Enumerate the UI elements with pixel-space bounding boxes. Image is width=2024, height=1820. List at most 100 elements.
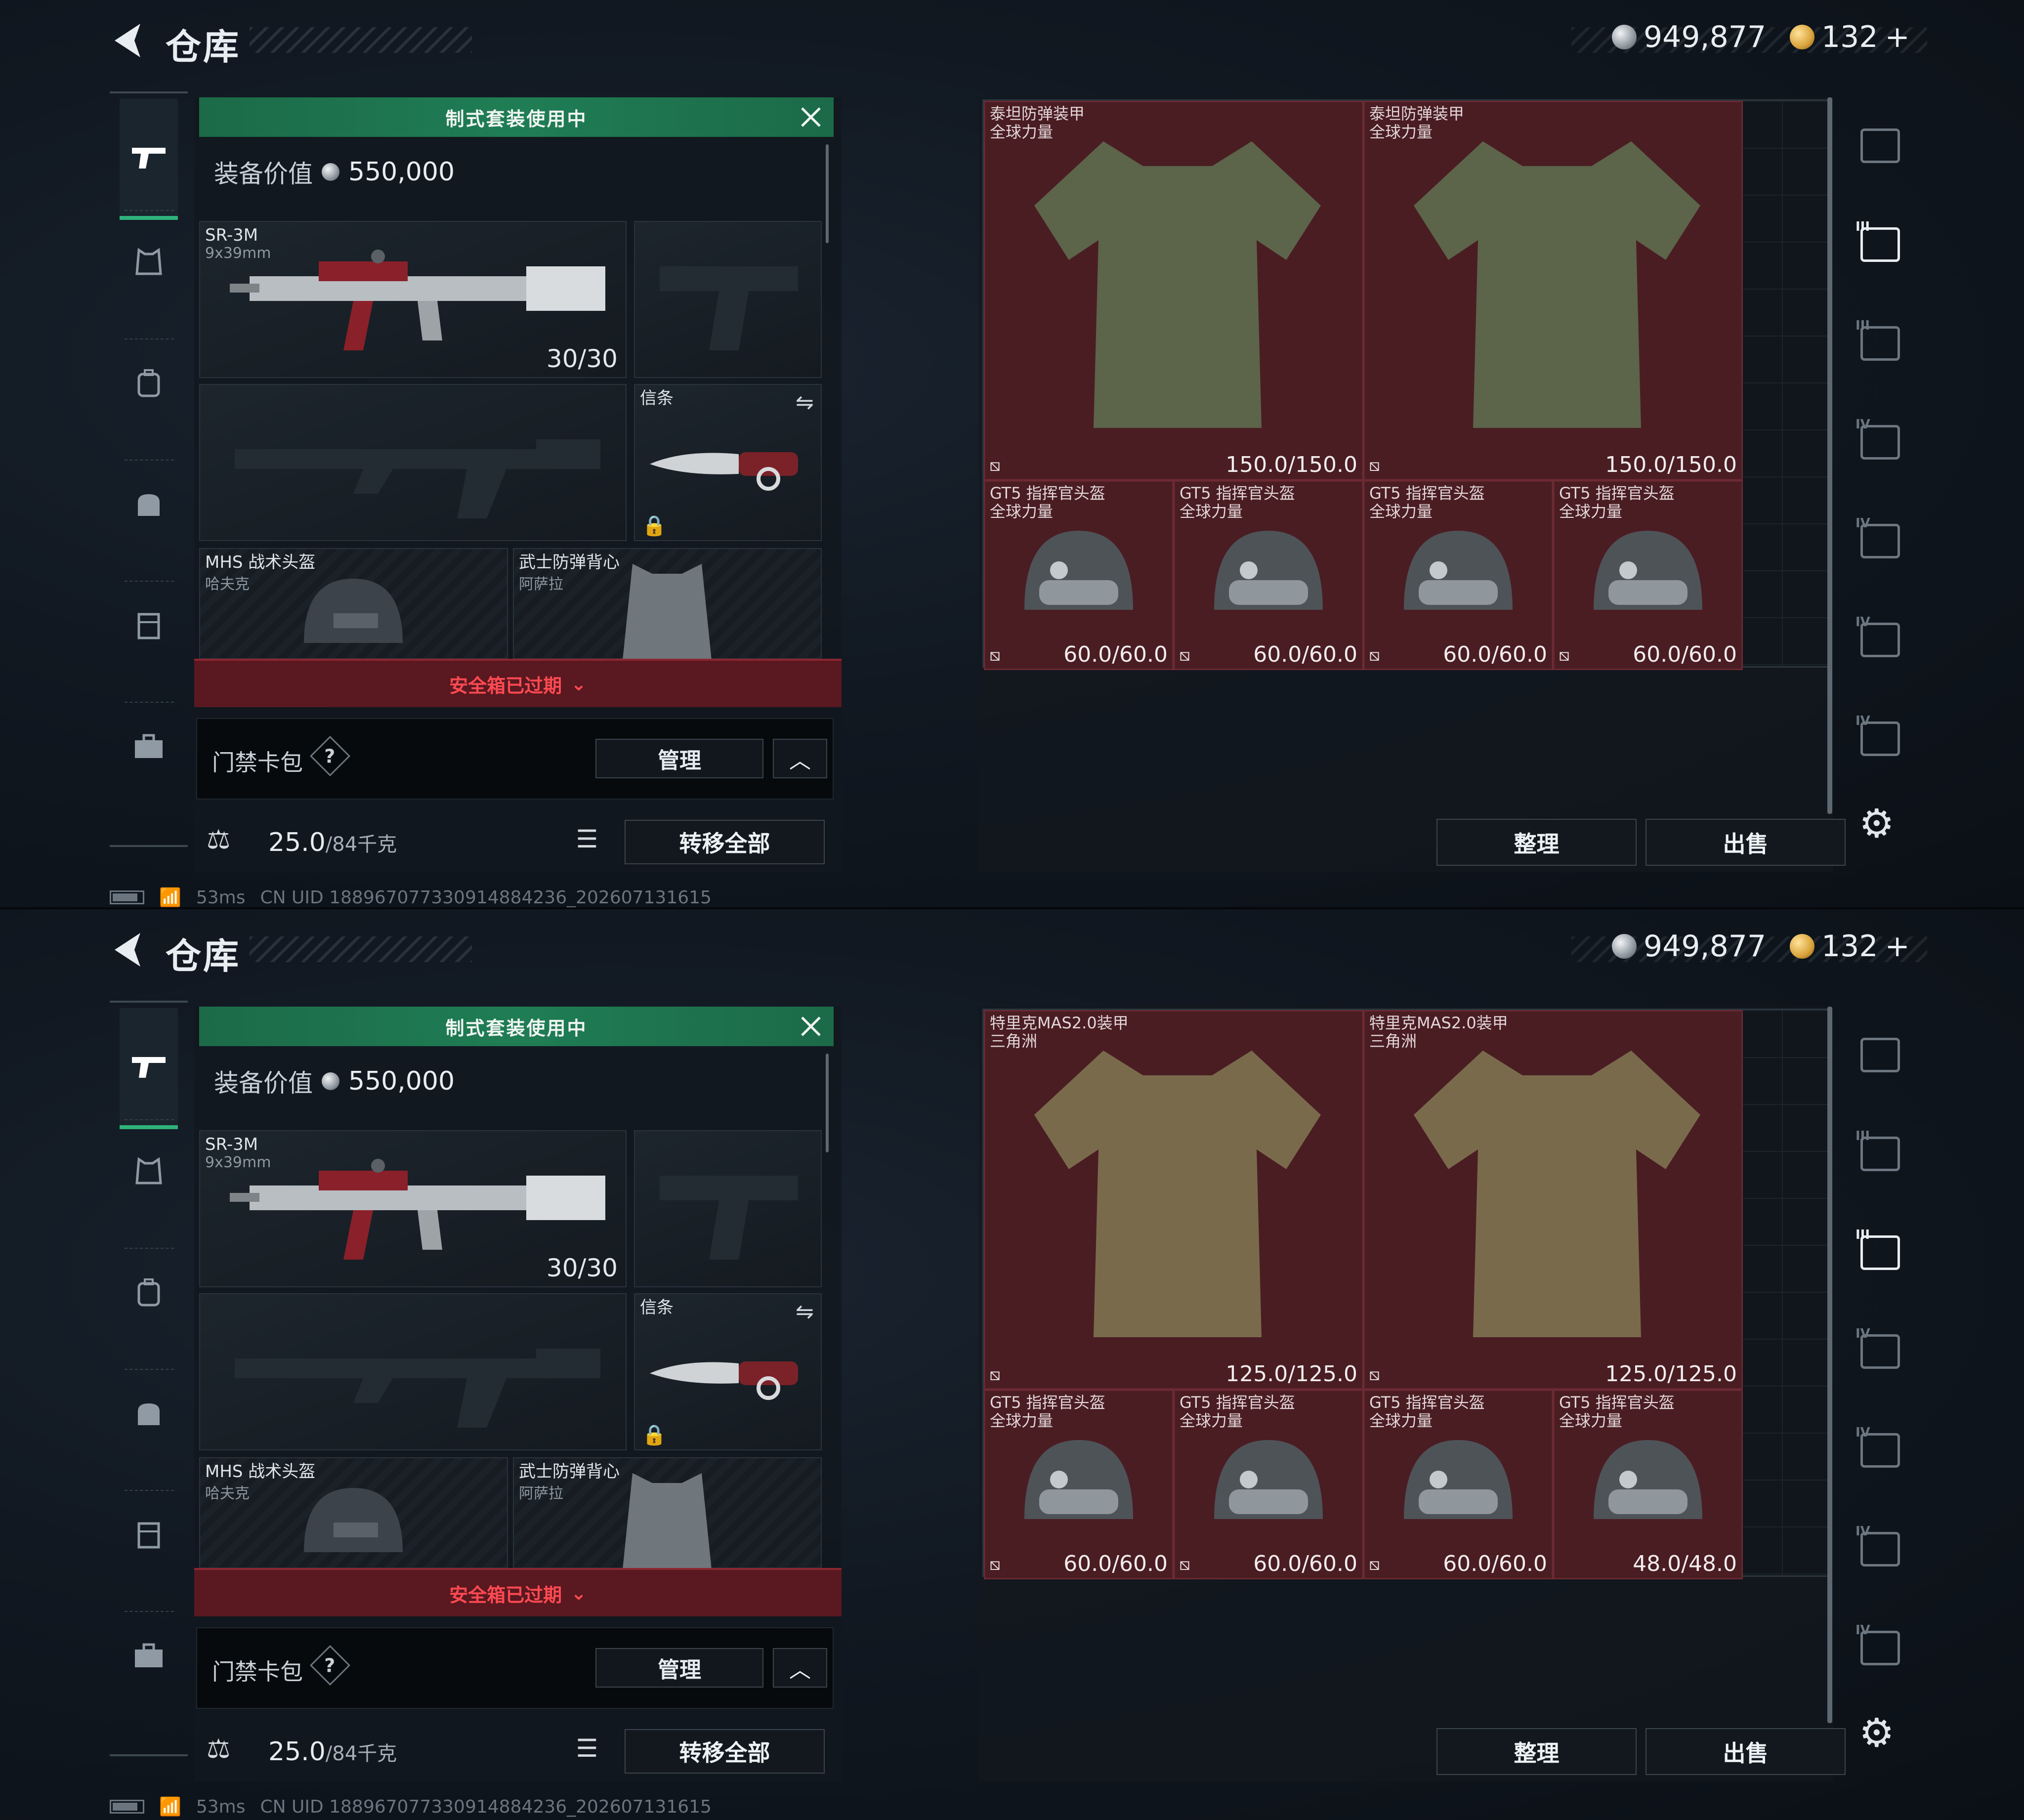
armor-image <box>1034 141 1321 428</box>
gear-icon[interactable]: ⚙ <box>1859 801 1895 847</box>
swap-icon[interactable]: ⇋ <box>796 1299 814 1324</box>
rail-category-5[interactable]: IV <box>1853 613 1907 667</box>
no-repair-icon: ⧅ <box>1369 645 1380 665</box>
safe-box-expired-banner[interactable]: 安全箱已过期 ⌄ <box>194 659 842 707</box>
weight-value: 25.0 <box>268 828 326 857</box>
rail-category-4[interactable]: IV <box>1853 514 1907 568</box>
nav-armor[interactable] <box>120 230 178 294</box>
armor-item[interactable]: 泰坦防弹装甲 全球力量 ⧅ 150.0/150.0 <box>1363 101 1743 480</box>
nav-weapons[interactable] <box>120 1008 178 1129</box>
rail-category-4[interactable]: IV <box>1853 1423 1907 1478</box>
sort-button[interactable]: 整理 <box>1436 1728 1637 1775</box>
primary-weapon-slot[interactable]: SR-3M 9x39mm 30/30 <box>199 1130 627 1287</box>
gear-icon[interactable]: ⚙ <box>1859 1710 1895 1756</box>
wifi-icon: 📶 <box>159 1797 181 1817</box>
helmet-item[interactable]: GT5 指挥官头盔 全球力量 ⧅ 60.0/60.0 <box>1363 480 1553 670</box>
helmet-image <box>1024 1440 1133 1519</box>
rail-category-0[interactable] <box>1853 1028 1907 1082</box>
vest-origin: 阿萨拉 <box>519 1485 563 1502</box>
helmet-item[interactable]: GT5 指挥官头盔 全球力量 ⧅ 60.0/60.0 <box>1174 480 1363 670</box>
help-icon[interactable]: ? <box>309 1645 351 1686</box>
gold-currency[interactable]: 132 + <box>1790 929 1910 964</box>
manage-button[interactable]: 管理 <box>595 739 763 778</box>
nav-rig[interactable] <box>120 1381 178 1445</box>
rail-category-1[interactable]: III <box>1853 1127 1907 1181</box>
silver-coin-icon <box>1612 25 1637 49</box>
helmet-item[interactable]: GT5 指挥官头盔 全球力量 ⧅ 60.0/60.0 <box>1363 1390 1553 1579</box>
rail-category-1[interactable]: III <box>1853 217 1907 272</box>
sort-button[interactable]: 整理 <box>1436 819 1637 866</box>
melee-slot[interactable]: 信条 ⇋ 🔒 <box>634 1293 822 1450</box>
rail-category-6[interactable]: IV <box>1853 712 1907 766</box>
rail-category-2[interactable]: III <box>1853 1226 1907 1280</box>
secondary-weapon-slot[interactable] <box>199 384 627 541</box>
close-icon[interactable] <box>797 103 825 131</box>
storage-scrollbar[interactable] <box>1827 97 1832 814</box>
nav-toolbox[interactable] <box>120 1623 178 1688</box>
pistol-slot[interactable] <box>634 1130 822 1287</box>
storage-panel: 特里克MAS2.0装甲 三角洲 ⧅ 125.0/125.0 特里克MAS2.0装甲… <box>978 1007 1846 1781</box>
screenshot-bottom: 仓库 949,877 132 + 制式套装使用中 装备价值 550,000 SR… <box>0 909 2024 1820</box>
vest-image <box>623 564 712 660</box>
helmet-slot[interactable]: MHS 战术头盔 哈夫克 <box>199 1457 508 1568</box>
nav-weapons[interactable] <box>120 99 178 220</box>
nav-backpack[interactable] <box>120 1260 178 1324</box>
ping: 53ms <box>196 887 246 908</box>
rail-category-5[interactable]: IV <box>1853 1522 1907 1576</box>
helmet-origin: 哈夫克 <box>205 1485 250 1502</box>
storage-scrollbar[interactable] <box>1827 1007 1832 1723</box>
nav-container[interactable] <box>120 1502 178 1566</box>
close-icon[interactable] <box>797 1013 825 1040</box>
primary-weapon-slot[interactable]: SR-3M 9x39mm 30/30 <box>199 221 627 378</box>
nav-rig[interactable] <box>120 472 178 536</box>
transfer-all-button[interactable]: 转移全部 <box>625 1729 825 1774</box>
left-nav <box>110 1001 188 1757</box>
list-icon[interactable]: ☰ <box>567 825 607 859</box>
rail-category-6[interactable]: IV <box>1853 1621 1907 1675</box>
helmet-item[interactable]: GT5 指挥官头盔 全球力量 ⧅ 60.0/60.0 <box>1174 1390 1363 1579</box>
gold-currency[interactable]: 132 + <box>1790 20 1910 54</box>
help-icon[interactable]: ? <box>309 735 351 777</box>
armor-item[interactable]: 特里克MAS2.0装甲 三角洲 ⧅ 125.0/125.0 <box>1363 1010 1743 1390</box>
helmet-slot[interactable]: MHS 战术头盔 哈夫克 <box>199 548 508 659</box>
loadout-scrollbar[interactable] <box>826 144 829 243</box>
rail-category-0[interactable] <box>1853 119 1907 173</box>
transfer-all-button[interactable]: 转移全部 <box>625 820 825 864</box>
no-repair-icon: ⧅ <box>990 645 1001 665</box>
vest-slot[interactable]: 武士防弹背心 阿萨拉 <box>513 548 822 660</box>
helmet-item[interactable]: GT5 指挥官头盔全球力量 ⧅ 48.0/48.0 <box>1553 1390 1743 1579</box>
nav-backpack[interactable] <box>120 351 178 415</box>
weight-icon: ⚖ <box>207 824 231 855</box>
armor-item[interactable]: 泰坦防弹装甲 全球力量 ⧅ 150.0/150.0 <box>984 101 1363 480</box>
nav-container[interactable] <box>120 593 178 657</box>
item-durability: 125.0/125.0 <box>1605 1361 1737 1387</box>
sell-button[interactable]: 出售 <box>1645 819 1846 866</box>
rail-category-3[interactable]: IV <box>1853 1324 1907 1379</box>
rail-category-2[interactable]: III <box>1853 316 1907 371</box>
add-currency-button[interactable]: + <box>1885 929 1910 964</box>
armor-item[interactable]: 特里克MAS2.0装甲 三角洲 ⧅ 125.0/125.0 <box>984 1010 1363 1390</box>
add-currency-button[interactable]: + <box>1885 20 1910 54</box>
back-button[interactable] <box>110 930 144 970</box>
rifle-silhouette-icon <box>235 1349 600 1428</box>
manage-button[interactable]: 管理 <box>595 1648 763 1688</box>
list-icon[interactable]: ☰ <box>567 1734 607 1769</box>
loadout-scrollbar[interactable] <box>826 1054 829 1152</box>
helmet-item[interactable]: GT5 指挥官头盔 全球力量 ⧅ 60.0/60.0 <box>984 480 1174 670</box>
swap-icon[interactable]: ⇋ <box>796 390 814 415</box>
melee-slot[interactable]: 信条 ⇋ 🔒 <box>634 384 822 541</box>
back-button[interactable] <box>110 21 144 60</box>
no-repair-icon: ⧅ <box>1369 456 1380 475</box>
safe-box-expired-banner[interactable]: 安全箱已过期 ⌄ <box>194 1568 842 1616</box>
collapse-button[interactable]: ︿ <box>773 1648 827 1688</box>
sell-button[interactable]: 出售 <box>1645 1728 1846 1775</box>
nav-armor[interactable] <box>120 1139 178 1203</box>
secondary-weapon-slot[interactable] <box>199 1293 627 1450</box>
pistol-slot[interactable] <box>634 221 822 378</box>
helmet-item[interactable]: GT5 指挥官头盔 全球力量 ⧅ 60.0/60.0 <box>984 1390 1174 1579</box>
collapse-button[interactable]: ︿ <box>773 739 827 778</box>
nav-toolbox[interactable] <box>120 714 178 778</box>
rail-category-3[interactable]: IV <box>1853 415 1907 469</box>
helmet-item[interactable]: GT5 指挥官头盔 全球力量 ⧅ 60.0/60.0 <box>1553 480 1743 670</box>
vest-slot[interactable]: 武士防弹背心 阿萨拉 <box>513 1457 822 1569</box>
